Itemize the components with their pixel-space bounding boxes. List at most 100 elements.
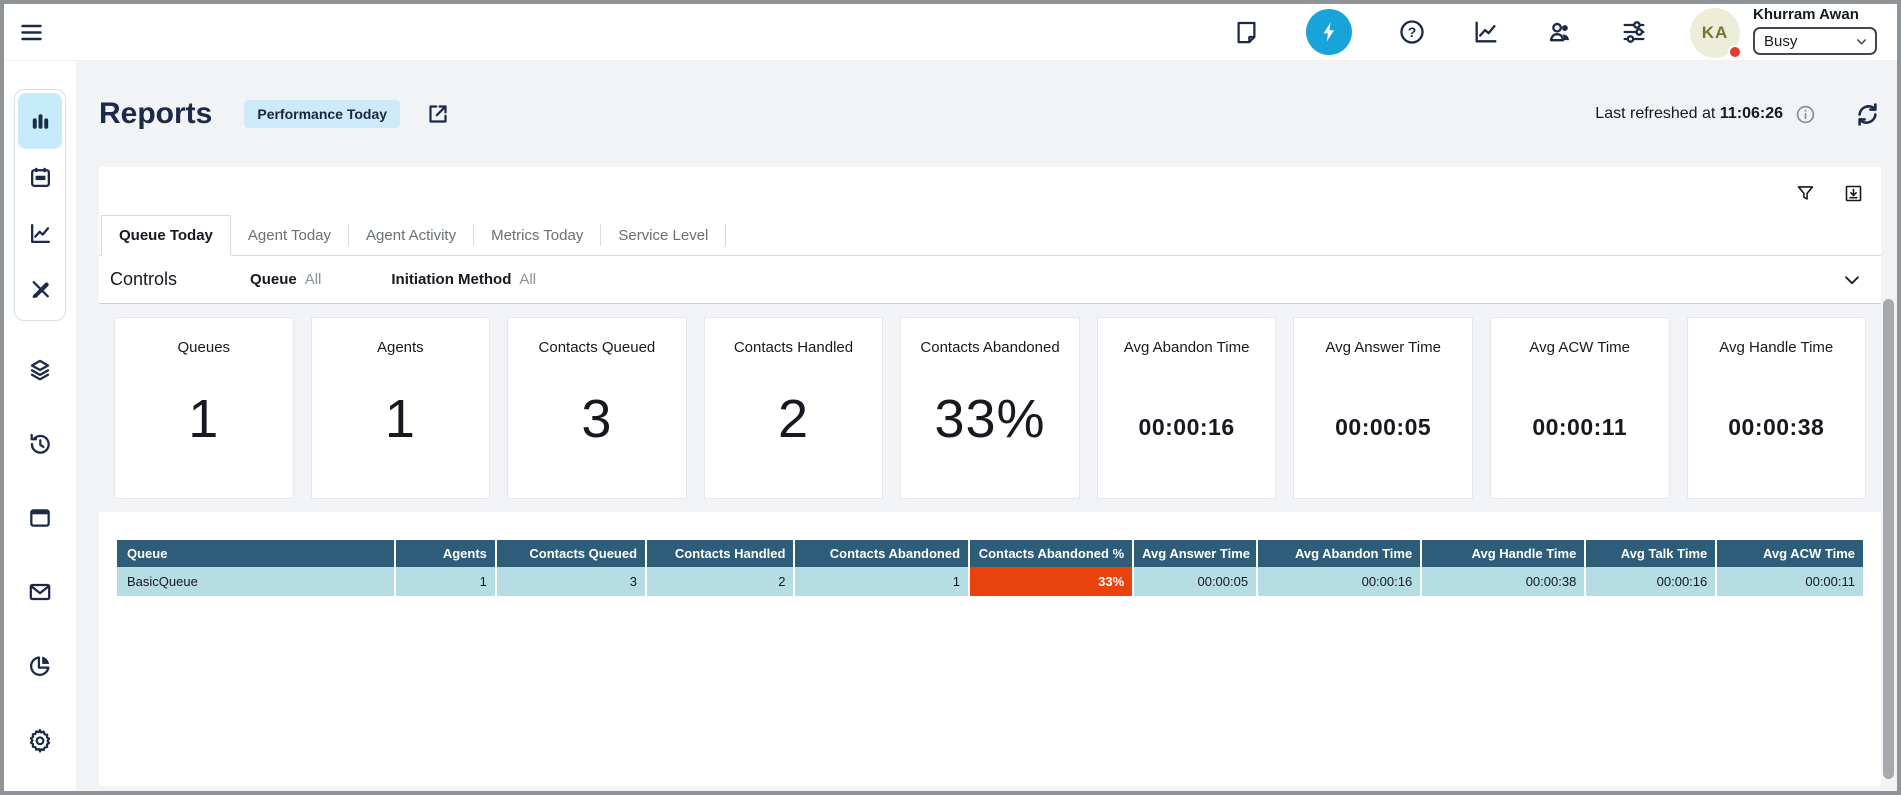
agents-icon[interactable] [1546,18,1574,46]
sidebar-item-flows[interactable] [18,261,62,317]
avatar[interactable]: KA [1690,8,1740,58]
column-header[interactable]: Queue [117,540,395,567]
card-avg-handle-time[interactable]: Avg Handle Time 00:00:38 [1687,317,1867,499]
controls-label: Controls [110,269,177,290]
sidebar-item-dashboard[interactable] [18,93,62,149]
column-header[interactable]: Contacts Queued [496,540,646,567]
column-header[interactable]: Avg ACW Time [1716,540,1863,567]
layers-icon[interactable] [27,357,53,383]
card-avg-answer-time[interactable]: Avg Answer Time 00:00:05 [1293,317,1473,499]
sidebar-item-metrics[interactable] [18,205,62,261]
card-title: Contacts Queued [539,339,656,356]
queue-metrics-table: Queue Agents Contacts Queued Contacts Ha… [117,540,1863,596]
busy-status-dot [1728,45,1742,59]
column-header[interactable]: Avg Abandon Time [1257,540,1421,567]
last-refreshed-time: 11:06:26 [1720,105,1783,122]
info-icon[interactable] [1795,104,1816,125]
note-icon[interactable] [1233,19,1260,46]
pie-chart-icon[interactable] [27,653,53,679]
cell-avg-talk-time: 00:00:16 [1585,567,1716,596]
cell-agents: 1 [395,567,496,596]
card-value: 00:00:05 [1335,414,1431,441]
vertical-scrollbar[interactable] [1883,299,1894,779]
controls-bar: Controls Queue All Initiation Method All [99,256,1881,304]
calendar-icon [28,165,53,190]
dashboard-bar-chart-icon [28,109,53,134]
quick-actions-bolt-icon[interactable] [1306,9,1352,55]
cell-avg-acw-time: 00:00:11 [1716,567,1863,596]
tab-agent-activity[interactable]: Agent Activity [349,215,473,255]
tab-metrics-today[interactable]: Metrics Today [474,215,600,255]
column-header[interactable]: Avg Talk Time [1585,540,1716,567]
topbar: ? KA Khurram Awan [4,4,1897,61]
app-window: ? KA Khurram Awan [0,0,1901,795]
card-title: Agents [377,339,424,356]
card-avg-abandon-time[interactable]: Avg Abandon Time 00:00:16 [1097,317,1277,499]
card-value: 00:00:38 [1728,414,1824,441]
collapse-chevron-icon[interactable] [1841,269,1863,291]
queue-filter-label: Queue [250,271,297,288]
cell-avg-abandon-time: 00:00:16 [1257,567,1421,596]
last-refreshed-text: Last refreshed at 11:06:26 [1595,105,1783,123]
card-title: Queues [178,339,231,356]
cell-contacts-abandoned-pct: 33% [969,567,1133,596]
column-header[interactable]: Avg Answer Time [1133,540,1257,567]
card-title: Avg Handle Time [1719,339,1833,356]
card-contacts-queued[interactable]: Contacts Queued 3 [507,317,687,499]
tab-queue-today[interactable]: Queue Today [101,215,231,256]
card-value: 3 [581,388,612,450]
history-icon[interactable] [27,431,53,457]
filter-icon[interactable] [1795,183,1816,204]
queue-filter[interactable]: Queue All [250,271,321,288]
card-title: Contacts Abandoned [920,339,1059,356]
queue-table-wrap: Queue Agents Contacts Queued Contacts Ha… [117,540,1863,596]
column-header[interactable]: Contacts Abandoned % [969,540,1133,567]
tab-agent-today[interactable]: Agent Today [231,215,348,255]
card-value: 00:00:11 [1532,414,1627,441]
user-meta: Khurram Awan Busy [1753,6,1877,55]
gear-icon[interactable] [27,727,53,753]
report-panel: Queue Today Agent Today Agent Activity M… [99,167,1881,786]
cell-queue: BasicQueue [117,567,395,596]
page-title: Reports [99,97,212,131]
card-queues[interactable]: Queues 1 [114,317,294,499]
card-value: 1 [188,388,219,450]
flows-brush-icon [28,277,53,302]
menu-icon[interactable] [18,19,45,46]
column-header[interactable]: Avg Handle Time [1421,540,1585,567]
card-value: 2 [778,388,809,450]
browser-window-icon[interactable] [27,505,53,531]
card-title: Avg ACW Time [1529,339,1630,356]
card-agents[interactable]: Agents 1 [311,317,491,499]
card-value: 00:00:16 [1139,414,1235,441]
help-icon[interactable]: ? [1398,18,1426,46]
refresh-icon[interactable] [1854,101,1881,128]
initiation-method-filter-label: Initiation Method [391,271,511,288]
external-link-icon[interactable] [426,102,450,126]
panel-toolbar [99,167,1881,204]
download-icon[interactable] [1843,183,1864,204]
refresh-zone: Last refreshed at 11:06:26 [1595,101,1881,128]
card-value: 33% [934,388,1045,450]
column-header[interactable]: Agents [395,540,496,567]
tab-service-level[interactable]: Service Level [601,215,725,255]
topbar-actions: ? KA Khurram Awan [1233,6,1877,58]
user-block: KA Khurram Awan Busy [1690,6,1877,58]
card-contacts-abandoned[interactable]: Contacts Abandoned 33% [900,317,1080,499]
column-header[interactable]: Contacts Abandoned [794,540,969,567]
initiation-method-filter[interactable]: Initiation Method All [391,271,536,288]
mail-icon[interactable] [27,579,53,605]
column-header[interactable]: Contacts Handled [646,540,794,567]
card-contacts-handled[interactable]: Contacts Handled 2 [704,317,884,499]
status-select[interactable]: Busy [1753,27,1877,55]
cell-avg-handle-time: 00:00:38 [1421,567,1585,596]
user-name: Khurram Awan [1753,6,1877,23]
metrics-icon[interactable] [1472,18,1500,46]
card-avg-acw-time[interactable]: Avg ACW Time 00:00:11 [1490,317,1670,499]
queue-filter-value: All [305,271,322,288]
report-tabs: Queue Today Agent Today Agent Activity M… [99,215,1881,256]
sidebar-item-calendar[interactable] [18,149,62,205]
table-row[interactable]: BasicQueue 1 3 2 1 33% 00:00:05 00:00:16… [117,567,1863,596]
settings-sliders-icon[interactable] [1620,18,1648,46]
cell-contacts-handled: 2 [646,567,794,596]
